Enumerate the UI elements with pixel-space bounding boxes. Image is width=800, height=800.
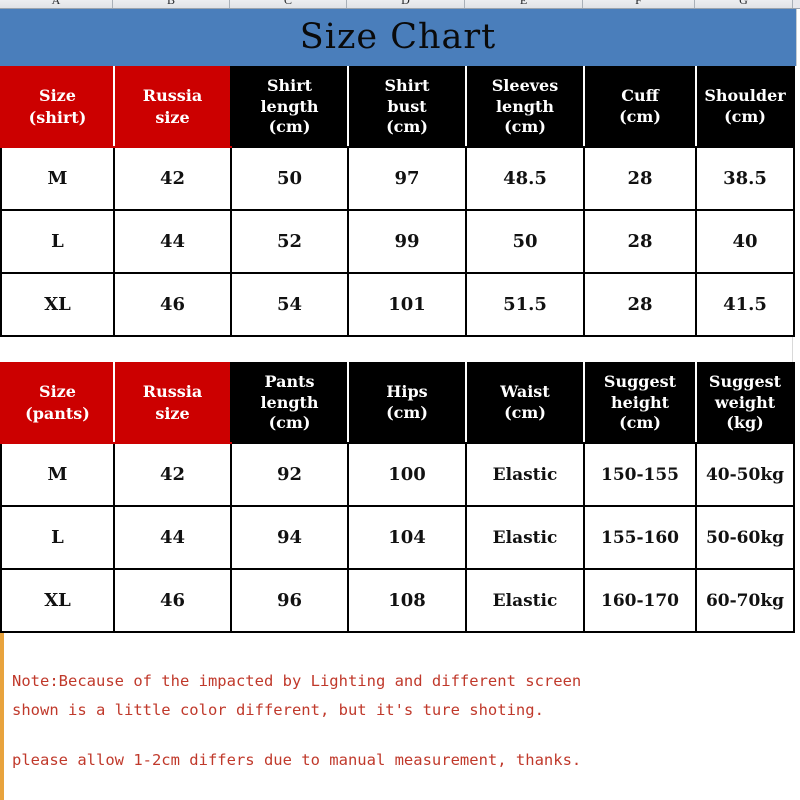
shirt-cell-r2-c1: 46 (113, 272, 232, 337)
pants-header-cell-1: Russia size (113, 362, 232, 444)
shirt-header-cell-0: Size (shirt) (0, 66, 115, 148)
pants-row: L 44 94 104 Elastic 155-160 50-60kg (0, 505, 795, 570)
pants-cell-r2-c3: 108 (347, 568, 467, 633)
pants-header-cell-5: Suggest height (cm) (583, 362, 697, 444)
pants-header-cell-4: Waist (cm) (465, 362, 585, 444)
shirt-row: XL 46 54 101 51.5 28 41.5 (0, 272, 795, 337)
pants-cell-r1-c4: Elastic (465, 505, 585, 570)
shirt-cell-r0-c6: 38.5 (695, 146, 795, 211)
pants-cell-r2-c1: 46 (113, 568, 232, 633)
pants-cell-r0-c5: 150-155 (583, 442, 697, 507)
page-title: Size Chart (299, 17, 497, 57)
pants-table-body: Size (pants) Russia size Pants length (cm) Hips… (0, 362, 795, 633)
shirt-header-row: Size (shirt) Russia size Shirt length (cm) Shir… (0, 66, 795, 148)
shirt-cell-r2-c4: 51.5 (465, 272, 585, 337)
pants-cell-r2-c5: 160-170 (583, 568, 697, 633)
shirt-header-cell-4: Sleeves length (cm) (465, 66, 585, 148)
shirt-cell-r2-c5: 28 (583, 272, 697, 337)
pants-row: XL 46 96 108 Elastic 160-170 60-70kg (0, 568, 795, 633)
shirt-cell-r2-c2: 54 (230, 272, 349, 337)
pants-cell-r1-c2: 94 (230, 505, 349, 570)
shirt-cell-r1-c0: L (0, 209, 115, 274)
shirt-header-cell-3: Shirt bust (cm) (347, 66, 467, 148)
shirt-size-table: Size (shirt) Russia size Shirt length (cm) Shir… (0, 66, 795, 337)
shirt-header-cell-1: Russia size (113, 66, 232, 148)
pants-cell-r1-c6: 50-60kg (695, 505, 795, 570)
pants-cell-r0-c6: 40-50kg (695, 442, 795, 507)
shirt-cell-r0-c2: 50 (230, 146, 349, 211)
shirt-cell-r1-c1: 44 (113, 209, 232, 274)
spreadsheet-column-letter-f[interactable]: F (583, 0, 695, 8)
spreadsheet-column-letter-g[interactable]: G (695, 0, 793, 8)
shirt-cell-r1-c2: 52 (230, 209, 349, 274)
size-chart-sheet: ABCDEFG Size Chart Size (shirt) Russia size… (0, 0, 800, 800)
shirt-cell-r2-c3: 101 (347, 272, 467, 337)
shirt-cell-r1-c5: 28 (583, 209, 697, 274)
spreadsheet-column-letter-c[interactable]: C (230, 0, 347, 8)
pants-cell-r2-c0: XL (0, 568, 115, 633)
shirt-header-cell-2: Shirt length (cm) (230, 66, 349, 148)
shirt-cell-r0-c0: M (0, 146, 115, 211)
pants-cell-r0-c1: 42 (113, 442, 232, 507)
pants-header-cell-2: Pants length (cm) (230, 362, 349, 444)
shirt-header-cell-6: Shoulder (cm) (695, 66, 795, 148)
pants-size-table: Size (pants) Russia size Pants length (cm) Hips… (0, 362, 795, 633)
pants-cell-r2-c4: Elastic (465, 568, 585, 633)
shirt-cell-r1-c4: 50 (465, 209, 585, 274)
spreadsheet-column-letter-a[interactable]: A (0, 0, 113, 8)
shirt-row: M 42 50 97 48.5 28 38.5 (0, 146, 795, 211)
pants-cell-r2-c6: 60-70kg (695, 568, 795, 633)
size-chart-title-banner: Size Chart (0, 9, 797, 66)
spreadsheet-column-letter-d[interactable]: D (347, 0, 465, 8)
pants-header-cell-0: Size (pants) (0, 362, 115, 444)
pants-cell-r1-c1: 44 (113, 505, 232, 570)
note-block: Note:Because of the impacted by Lighting… (0, 633, 797, 800)
shirt-cell-r2-c0: XL (0, 272, 115, 337)
shirt-cell-r0-c4: 48.5 (465, 146, 585, 211)
shirt-row: L 44 52 99 50 28 40 (0, 209, 795, 274)
pants-cell-r0-c0: M (0, 442, 115, 507)
note-line-1: Note:Because of the impacted by Lighting… (12, 672, 582, 690)
pants-cell-r1-c3: 104 (347, 505, 467, 570)
pants-header-cell-3: Hips (cm) (347, 362, 467, 444)
pants-header-cell-6: Suggest weight (kg) (695, 362, 795, 444)
spreadsheet-column-letter-e[interactable]: E (465, 0, 583, 8)
spreadsheet-column-letter-b[interactable]: B (113, 0, 230, 8)
shirt-table-body: Size (shirt) Russia size Shirt length (cm) Shir… (0, 66, 795, 337)
pants-cell-r0-c2: 92 (230, 442, 349, 507)
shirt-cell-r2-c6: 41.5 (695, 272, 795, 337)
table-separator-gap (0, 337, 793, 362)
shirt-cell-r0-c1: 42 (113, 146, 232, 211)
shirt-cell-r1-c6: 40 (695, 209, 795, 274)
note-line-2: shown is a little color different, but i… (12, 700, 544, 719)
pants-cell-r0-c3: 100 (347, 442, 467, 507)
pants-cell-r0-c4: Elastic (465, 442, 585, 507)
pants-cell-r1-c0: L (0, 505, 115, 570)
shirt-cell-r1-c3: 99 (347, 209, 467, 274)
pants-header-row: Size (pants) Russia size Pants length (cm) Hips… (0, 362, 795, 444)
pants-cell-r2-c2: 96 (230, 568, 349, 633)
pants-cell-r1-c5: 155-160 (583, 505, 697, 570)
spreadsheet-column-header-strip: ABCDEFG (0, 0, 800, 9)
shirt-cell-r0-c3: 97 (347, 146, 467, 211)
shirt-header-cell-5: Cuff (cm) (583, 66, 697, 148)
note-line-3: please allow 1-2cm differs due to manual… (12, 751, 582, 770)
shirt-cell-r0-c5: 28 (583, 146, 697, 211)
pants-row: M 42 92 100 Elastic 150-155 40-50kg (0, 442, 795, 507)
